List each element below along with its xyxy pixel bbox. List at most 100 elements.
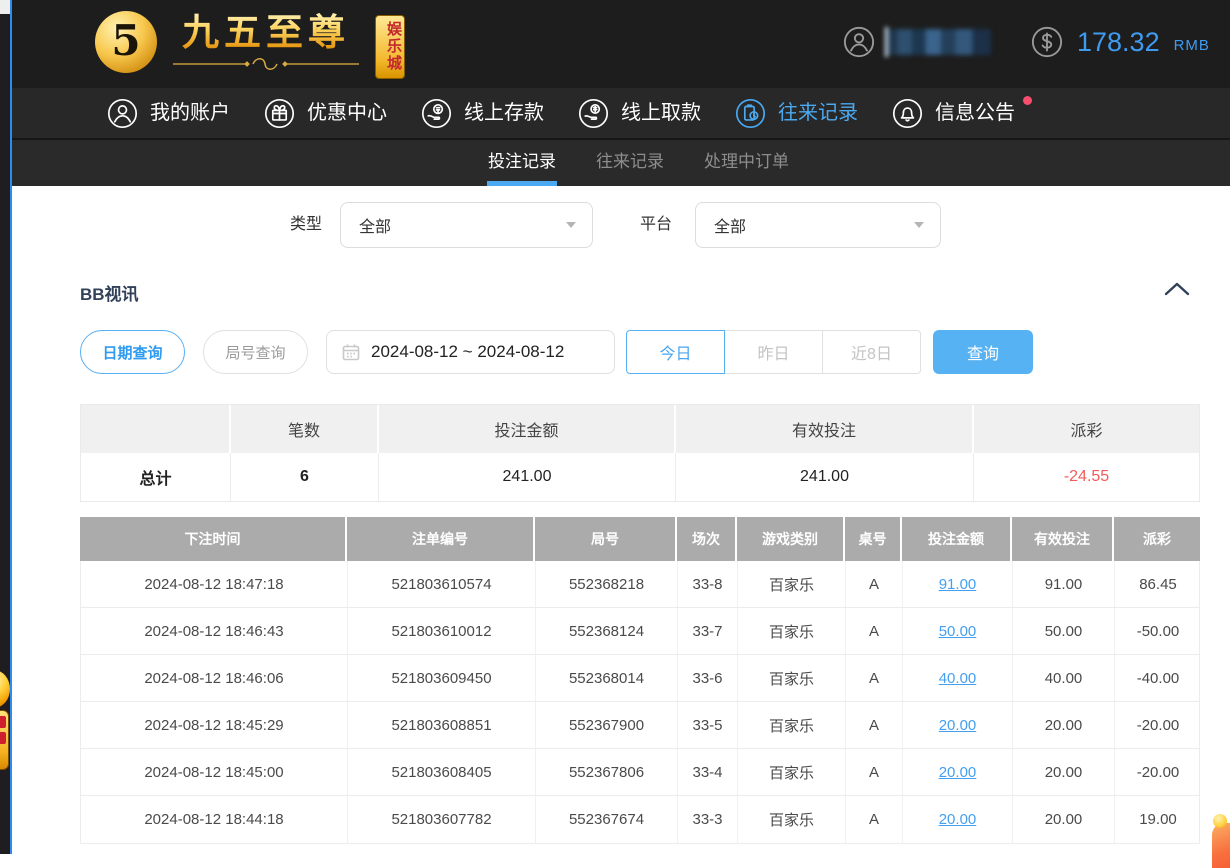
date-range-input[interactable]: 2024-08-12 ~ 2024-08-12 — [326, 330, 615, 374]
table-row: 2024-08-12 18:47:18521803610574552368218… — [81, 561, 1199, 608]
table-row: 2024-08-12 18:46:43521803610012552368124… — [81, 608, 1199, 655]
quick-range-group: 今日 昨日 近8日 — [626, 330, 921, 374]
platform-filter-select[interactable]: 全部 — [695, 202, 941, 248]
table-cell: 552368014 — [536, 655, 678, 701]
site-logo[interactable]: 5 九五至尊 娱乐城 — [95, 9, 405, 79]
summary-header-cell: 投注金额 — [379, 405, 676, 453]
nav-item-deposit[interactable]: 线上存款 — [421, 98, 544, 129]
logo-flourish — [171, 58, 361, 70]
round-query-button[interactable]: 局号查询 — [203, 330, 308, 374]
nav-item-records[interactable]: 往来记录 — [735, 98, 858, 129]
table-cell: 521803608851 — [348, 702, 536, 748]
floating-promo-icon[interactable] — [0, 670, 10, 708]
table-cell: 33-6 — [678, 655, 738, 701]
nav-item-bell[interactable]: 信息公告 — [892, 98, 1032, 129]
table-header-cell: 桌号 — [845, 517, 902, 561]
table-cell: 552367806 — [536, 749, 678, 795]
table-row: 2024-08-12 18:45:29521803608851552367900… — [81, 702, 1199, 749]
content-area: 类型 全部 平台 全部 BB视讯 日期查询 局号查询 2024-08-12 ~ … — [12, 186, 1230, 854]
table-cell: 521803610574 — [348, 561, 536, 607]
app-window: 5 九五至尊 娱乐城 178.32 — [12, 0, 1230, 854]
bet-amount-cell: 20.00 — [903, 796, 1013, 843]
table-cell: 20.00 — [1013, 796, 1115, 843]
table-cell: 86.45 — [1115, 561, 1201, 607]
platform-filter-label: 平台 — [640, 202, 672, 248]
username-redacted — [887, 29, 991, 55]
balance[interactable]: 178.32 RMB — [1031, 25, 1210, 59]
table-cell: 33-8 — [678, 561, 738, 607]
table-cell: 521803607782 — [348, 796, 536, 843]
bet-amount-link[interactable]: 20.00 — [939, 811, 977, 828]
today-button[interactable]: 今日 — [626, 330, 725, 374]
summary-bet-amount: 241.00 — [379, 453, 676, 501]
table-cell: 20.00 — [1013, 702, 1115, 748]
table-cell: A — [846, 561, 903, 607]
background-window-fragment — [0, 0, 10, 14]
table-cell: 百家乐 — [738, 561, 846, 607]
brand-title: 九五至尊 — [182, 9, 350, 57]
floating-service-button[interactable] — [1212, 823, 1230, 868]
table-cell: A — [846, 796, 903, 843]
table-cell: 百家乐 — [738, 796, 846, 843]
table-cell: -20.00 — [1115, 749, 1201, 795]
coin-icon — [1031, 26, 1063, 58]
chevron-down-icon — [914, 222, 924, 228]
bet-amount-link[interactable]: 50.00 — [939, 623, 977, 640]
date-range-value: 2024-08-12 ~ 2024-08-12 — [371, 342, 564, 362]
summary-header-cell: 有效投注 — [676, 405, 974, 453]
bet-amount-cell: 40.00 — [903, 655, 1013, 701]
logo-text-block: 九五至尊 — [171, 9, 361, 70]
nav-item-user[interactable]: 我的账户 — [107, 98, 230, 129]
summary-total-row: 总计6241.00241.00-24.55 — [81, 453, 1199, 501]
nav-item-label: 往来记录 — [778, 98, 858, 129]
nav-item-label: 线上取款 — [621, 98, 701, 129]
nav-item-withdraw[interactable]: 线上取款 — [578, 98, 701, 129]
bet-amount-cell: 20.00 — [903, 749, 1013, 795]
balance-amount: 178.32 — [1077, 25, 1160, 59]
table-cell: 552367900 — [536, 702, 678, 748]
table-header-cell: 局号 — [535, 517, 677, 561]
table-cell: 20.00 — [1013, 749, 1115, 795]
tab-item-2[interactable]: 处理中订单 — [703, 140, 790, 186]
bet-amount-link[interactable]: 40.00 — [939, 670, 977, 687]
table-cell: 521803610012 — [348, 608, 536, 654]
sub-nav: 投注记录 往来记录 处理中订单 — [12, 140, 1230, 186]
table-header-cell: 派彩 — [1114, 517, 1200, 561]
tab-item-1[interactable]: 往来记录 — [595, 140, 665, 186]
table-row: 2024-08-12 18:46:06521803609450552368014… — [81, 655, 1199, 702]
main-nav: 我的账户 优惠中心 线上存款 线上取款 往来记录 信息公告 — [12, 88, 1230, 138]
yesterday-button[interactable]: 昨日 — [724, 330, 823, 374]
summary-header-row: 笔数投注金额有效投注派彩 — [81, 405, 1199, 453]
type-filter-select[interactable]: 全部 — [340, 202, 593, 248]
search-button[interactable]: 查询 — [933, 330, 1033, 374]
bet-amount-link[interactable]: 91.00 — [939, 576, 977, 593]
window-edge-highlight — [10, 0, 12, 854]
table-cell: 百家乐 — [738, 655, 846, 701]
background-window-strip — [0, 0, 10, 854]
user-account[interactable] — [843, 26, 991, 58]
notification-dot — [1023, 96, 1032, 105]
bet-amount-link[interactable]: 20.00 — [939, 764, 977, 781]
table-header-cell: 有效投注 — [1012, 517, 1114, 561]
table-cell: 2024-08-12 18:45:00 — [81, 749, 348, 795]
table-cell: 552368218 — [536, 561, 678, 607]
floating-promo-badge[interactable] — [0, 710, 9, 770]
gift-icon — [264, 98, 295, 129]
bet-amount-link[interactable]: 20.00 — [939, 717, 977, 734]
table-cell: A — [846, 608, 903, 654]
table-cell: 521803608405 — [348, 749, 536, 795]
table-header-cell: 投注金额 — [902, 517, 1012, 561]
nav-item-gift[interactable]: 优惠中心 — [264, 98, 387, 129]
tab-item-0[interactable]: 投注记录 — [487, 140, 557, 186]
bet-amount-cell: 50.00 — [903, 608, 1013, 654]
table-cell: 2024-08-12 18:46:06 — [81, 655, 348, 701]
date-query-button[interactable]: 日期查询 — [80, 330, 185, 374]
site-header: 5 九五至尊 娱乐城 178.32 — [12, 0, 1230, 88]
recent-8-days-button[interactable]: 近8日 — [822, 330, 921, 374]
user-icon — [107, 98, 138, 129]
table-cell: A — [846, 655, 903, 701]
table-cell: 百家乐 — [738, 608, 846, 654]
collapse-section-button[interactable] — [1164, 282, 1190, 296]
table-cell: 19.00 — [1115, 796, 1201, 843]
tab-group: 投注记录 往来记录 处理中订单 — [487, 140, 790, 186]
